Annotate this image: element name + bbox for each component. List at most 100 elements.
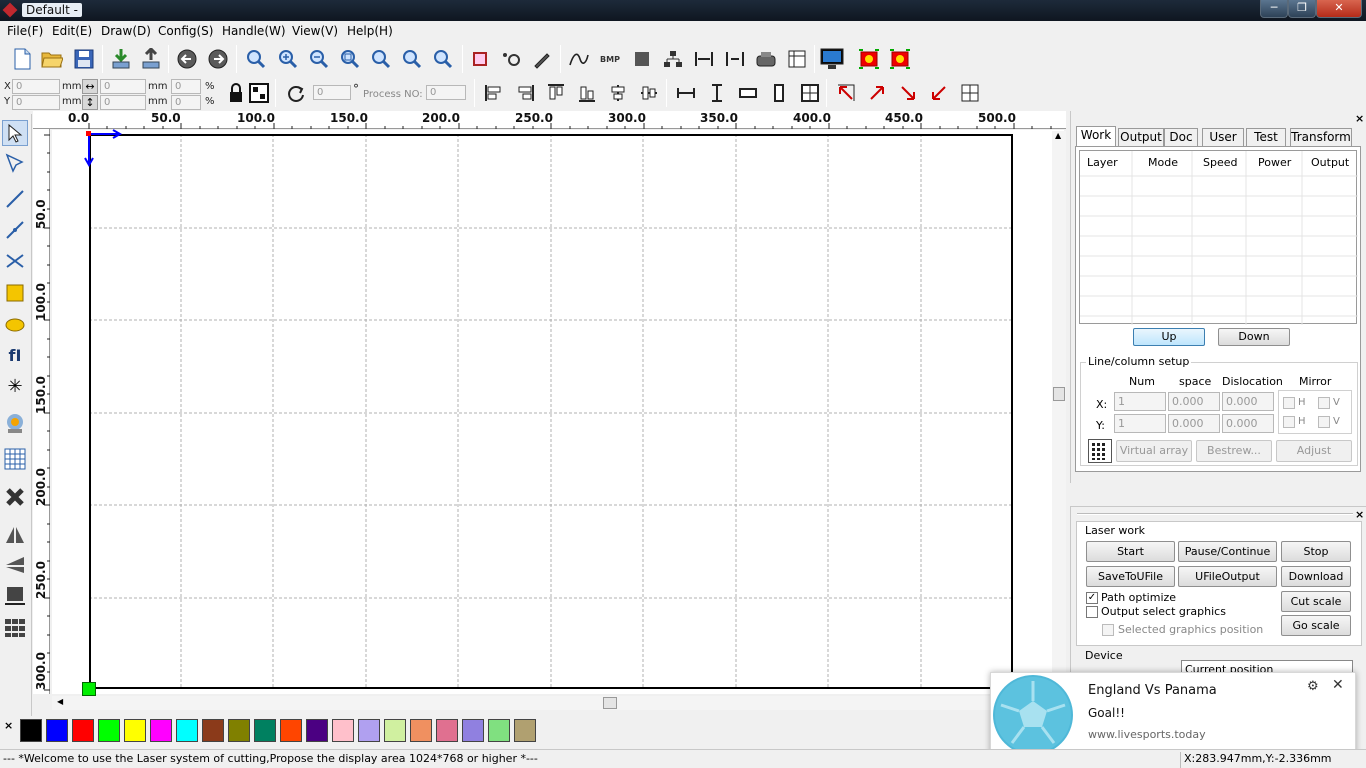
monitor-icon[interactable] [820,47,844,71]
curve-tool-icon[interactable] [2,248,28,274]
mirror-x-h-checkbox[interactable] [1283,397,1295,409]
open-folder-icon[interactable] [40,47,64,71]
rectangle-tool-icon[interactable] [2,280,28,306]
process-no-input[interactable]: 0 [426,85,466,100]
mirror-h-tool-icon[interactable] [2,522,28,548]
point-tool-icon[interactable]: ✳ [2,373,28,399]
download-button[interactable]: Download [1281,566,1351,587]
layout-tool-icon[interactable] [2,615,28,641]
scroll-left-icon[interactable]: ◀ [57,697,63,706]
virtual-array-button[interactable]: Virtual array [1116,440,1192,462]
text-tool-icon[interactable]: fI [2,342,28,368]
color-swatch-2[interactable] [46,719,68,742]
width-lock-icon[interactable]: ↔ [82,79,98,94]
laser-head-icon[interactable] [754,47,778,71]
bitmap-tool-icon[interactable] [2,582,28,608]
tab-output[interactable]: Output [1118,128,1164,147]
zoom-in-icon[interactable] [276,47,300,71]
maximize-button[interactable]: ❐ [1288,0,1316,18]
y-scale-input[interactable]: 0 [171,95,201,110]
start-button[interactable]: Start [1086,541,1175,562]
tab-transform[interactable]: Transform [1290,128,1352,147]
y-dislocation-input[interactable]: 0.000 [1222,414,1274,433]
zoom-out-icon[interactable] [307,47,331,71]
align-right-icon[interactable] [513,81,537,105]
center-v-icon[interactable] [606,81,630,105]
tab-user[interactable]: User [1202,128,1244,147]
mirror-x-v-checkbox[interactable] [1318,397,1330,409]
stop-button[interactable]: Stop [1281,541,1351,562]
move-top-left-icon[interactable] [834,81,858,105]
adjust-button[interactable]: Adjust [1276,440,1352,462]
notification-toast[interactable]: England Vs Panama Goal!! www.livesports.… [990,672,1356,760]
same-size-icon[interactable] [798,81,822,105]
color-swatch-14[interactable] [358,719,380,742]
node-icon[interactable] [499,47,523,71]
vertical-scrollbar[interactable]: ▲ [1052,131,1066,694]
menu-config[interactable]: Config(S) [158,24,213,38]
color-swatch-10[interactable] [254,719,276,742]
line-tool-icon[interactable] [2,186,28,212]
ellipse-tool-icon[interactable] [2,312,28,338]
delete-tool-icon[interactable] [2,484,28,510]
menu-handle[interactable]: Handle(W) [222,24,286,38]
lock-icon[interactable] [224,81,248,105]
mirror-v-tool-icon[interactable] [2,552,28,578]
same-height-icon[interactable] [705,81,729,105]
rotate-icon[interactable] [284,81,308,105]
pen-icon[interactable] [530,47,554,71]
distribute-h-icon[interactable] [692,47,716,71]
polyline-tool-icon[interactable] [2,217,28,243]
bestrew-button[interactable]: Bestrew... [1196,440,1272,462]
array-tool-icon[interactable] [2,446,28,472]
output-select-checkbox[interactable] [1086,606,1098,618]
new-file-icon[interactable] [10,47,34,71]
color-swatch-12[interactable] [306,719,328,742]
scroll-up-icon[interactable]: ▲ [1055,131,1061,140]
horizontal-scrollbar[interactable]: ◀ [52,696,1052,710]
color-swatch-20[interactable] [514,719,536,742]
center-h-icon[interactable] [637,81,661,105]
export-icon[interactable] [139,47,163,71]
zoom-page-icon[interactable] [338,47,362,71]
color-swatch-9[interactable] [228,719,250,742]
ufile-output-button[interactable]: UFileOutput [1178,566,1277,587]
mirror-y-h-checkbox[interactable] [1283,416,1295,428]
mirror-y-v-checkbox[interactable] [1318,416,1330,428]
color-swatch-7[interactable] [176,719,198,742]
position-grid-icon[interactable] [247,81,271,105]
import-icon[interactable] [109,47,133,71]
path-optimize-checkbox[interactable]: ✓ [1086,592,1098,604]
angle-input[interactable]: 0 [313,85,351,100]
cut-scale-button[interactable]: Cut scale [1281,591,1351,612]
y-space-input[interactable]: 0.000 [1168,414,1220,433]
zoom-select-icon[interactable] [369,47,393,71]
toast-close-icon[interactable]: ✕ [1332,677,1344,693]
height-input[interactable]: 0 [100,95,146,110]
color-swatch-1[interactable] [20,719,42,742]
capture-tool-icon[interactable] [2,410,28,436]
color-swatch-4[interactable] [98,719,120,742]
simulate-icon[interactable] [857,47,881,71]
color-swatch-16[interactable] [410,719,432,742]
x-scale-input[interactable]: 0 [171,79,201,94]
bitmap-icon[interactable]: BMP [598,47,622,71]
menu-help[interactable]: Help(H) [347,24,393,38]
horizontal-scroll-thumb[interactable] [603,697,617,709]
layer-table[interactable] [1079,150,1358,325]
align-bottom-icon[interactable] [575,81,599,105]
table-icon[interactable] [785,47,809,71]
color-swatch-3[interactable] [72,719,94,742]
zoom-data-icon[interactable] [400,47,424,71]
move-bottom-right-icon[interactable] [896,81,920,105]
node-edit-tool-icon[interactable] [2,150,28,176]
menu-edit[interactable]: Edit(E) [52,24,92,38]
laser-panel-close-icon[interactable]: × [1355,508,1364,521]
tab-doc[interactable]: Doc [1164,128,1198,147]
zoom-fit-icon[interactable] [431,47,455,71]
save-icon[interactable] [72,47,96,71]
width-input[interactable]: 0 [100,79,146,94]
color-swatch-8[interactable] [202,719,224,742]
distribute-icon[interactable] [723,47,747,71]
array-grid-icon[interactable] [1088,439,1112,463]
